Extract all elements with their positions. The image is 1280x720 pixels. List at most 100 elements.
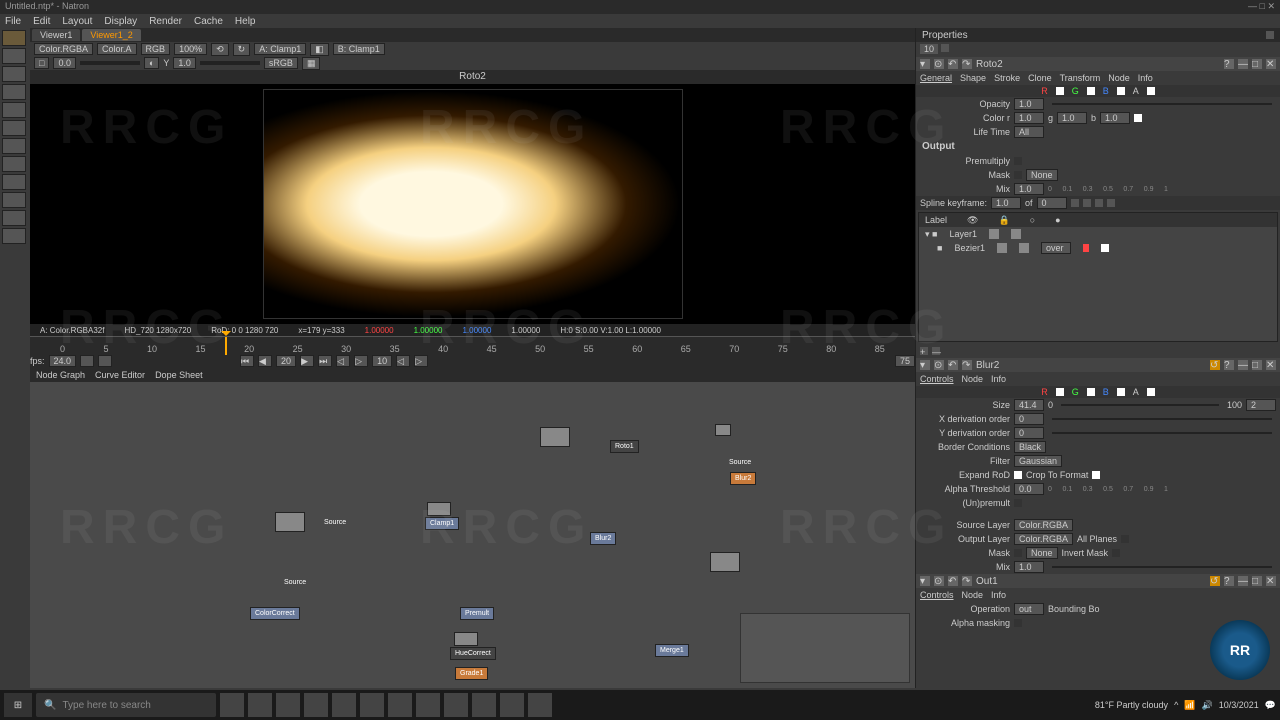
bb-check[interactable]	[1117, 388, 1125, 396]
menu-file[interactable]: File	[5, 16, 21, 27]
clone-tool[interactable]	[2, 156, 26, 172]
premult-check[interactable]	[1014, 157, 1022, 165]
tab-controls[interactable]: Controls	[920, 590, 954, 600]
mask-check[interactable]	[1014, 171, 1022, 179]
tab-node[interactable]: Node	[962, 374, 984, 384]
size-mark[interactable]: 2	[1246, 399, 1276, 411]
menu-render[interactable]: Render	[149, 16, 182, 27]
bezier1[interactable]: Bezier1	[954, 243, 985, 253]
goto-start-icon[interactable]: ⏮	[240, 355, 254, 367]
start-button[interactable]: ⊞	[4, 693, 32, 717]
x-val[interactable]: 0.0	[53, 57, 76, 69]
yder-val[interactable]: 0	[1014, 427, 1044, 439]
key-add-icon[interactable]	[1095, 199, 1103, 207]
roi-icon[interactable]: □	[34, 57, 49, 69]
output-layer-val[interactable]: Color.RGBA	[1014, 533, 1073, 545]
mix-slider[interactable]: 00.10.30.50.70.91	[1048, 186, 1168, 193]
a-check[interactable]	[1147, 87, 1155, 95]
bezier-tool[interactable]	[2, 48, 26, 64]
eraser-tool[interactable]	[2, 138, 26, 154]
collapse-icon[interactable]: ▾	[920, 576, 930, 586]
add-layer-icon[interactable]: +	[920, 347, 928, 355]
node-read2[interactable]	[710, 552, 740, 572]
spline-val[interactable]: 1.0	[991, 197, 1021, 209]
redo-icon[interactable]: ↷	[962, 59, 972, 69]
smear-tool[interactable]	[2, 192, 26, 208]
bezier1-vis[interactable]	[997, 243, 1007, 253]
close-icon[interactable]: ✕	[1266, 59, 1276, 69]
yder-slider[interactable]	[1052, 432, 1272, 434]
auto-icon[interactable]: ◐	[144, 57, 159, 69]
center-icon[interactable]: ⊙	[934, 59, 944, 69]
unpremult-check[interactable]	[1014, 499, 1022, 507]
node-clamp-thumb[interactable]	[427, 502, 451, 516]
select-tool[interactable]	[2, 30, 26, 46]
blur2-header[interactable]: ▾ ⊙ ↶ ↷ Blur2 ↺ ? — □ ✕	[916, 358, 1280, 372]
node-merge[interactable]: Merge1	[655, 644, 689, 657]
close-icon[interactable]: ✕	[1266, 576, 1276, 586]
blur-mask-check[interactable]	[1014, 549, 1022, 557]
app-icon-9[interactable]	[500, 693, 524, 717]
node-roto[interactable]: Roto1	[610, 440, 639, 453]
border-val[interactable]: Black	[1014, 441, 1046, 453]
roto2-header[interactable]: ▾ ⊙ ↶ ↷ Roto2 ? — □ ✕	[916, 57, 1280, 71]
node-graph[interactable]: Source ColorCorrect Source Clamp1 HueCor…	[30, 382, 915, 688]
alpha-masking-check[interactable]	[1014, 619, 1022, 627]
allplanes-check[interactable]	[1121, 535, 1129, 543]
channels-select[interactable]: RGB	[141, 43, 171, 55]
blur-mix-val[interactable]: 1.0	[1014, 561, 1044, 573]
tab-info[interactable]: Info	[991, 374, 1006, 384]
node-read1[interactable]	[275, 512, 305, 532]
app-icon-4[interactable]	[360, 693, 384, 717]
a-input[interactable]: A: Clamp1	[254, 43, 306, 55]
tab-viewer1[interactable]: Viewer1	[32, 29, 80, 41]
alpha-slider[interactable]: 00.10.30.50.70.91	[1048, 486, 1168, 493]
play-back-icon[interactable]: ◀	[258, 355, 272, 367]
node-grade[interactable]: Grade1	[455, 667, 488, 680]
lifetime-val[interactable]: All	[1014, 126, 1044, 138]
roto-shape[interactable]	[326, 113, 577, 273]
size-slider[interactable]	[1061, 404, 1219, 406]
expand-check[interactable]	[1014, 471, 1022, 479]
min-icon[interactable]: —	[1238, 360, 1248, 370]
filter-val[interactable]: Gaussian	[1014, 455, 1062, 467]
task-view-icon[interactable]	[248, 693, 272, 717]
key-remove-icon[interactable]	[1107, 199, 1115, 207]
end-frame[interactable]: 75	[895, 355, 915, 367]
opacity-slider[interactable]	[1052, 103, 1272, 105]
current-frame[interactable]: 20	[276, 355, 296, 367]
tab-viewer1-2[interactable]: Viewer1_2	[82, 29, 140, 41]
app-icon-5[interactable]	[388, 693, 412, 717]
collapse-icon[interactable]: ▾	[920, 59, 930, 69]
search-box[interactable]: 🔍 Type here to search	[36, 693, 216, 717]
center-icon[interactable]: ⊙	[934, 576, 944, 586]
layer1-vis[interactable]	[989, 229, 999, 239]
opacity-val[interactable]: 1.0	[1014, 98, 1044, 110]
key-prev-icon[interactable]	[1071, 199, 1079, 207]
roto-layer-list[interactable]: Label 👁 🔒 ○ ● ▾ ■Layer1 ■Bezier1 over	[918, 212, 1278, 342]
goto-end-icon[interactable]: ⏭	[318, 355, 332, 367]
bezier1-overlay[interactable]	[1083, 244, 1089, 252]
bezier1-color[interactable]	[1101, 244, 1109, 252]
color-swatch[interactable]	[1134, 114, 1142, 122]
bezier1-lock[interactable]	[1019, 243, 1029, 253]
bg-check[interactable]	[1087, 388, 1095, 396]
minimap[interactable]	[740, 613, 910, 683]
menu-display[interactable]: Display	[104, 16, 137, 27]
float-icon[interactable]: □	[1252, 59, 1262, 69]
menu-layout[interactable]: Layout	[62, 16, 92, 27]
tab-node[interactable]: Node	[1108, 73, 1130, 83]
panel-min-icon[interactable]	[1266, 31, 1274, 39]
tab-controls[interactable]: Controls	[920, 374, 954, 384]
blur-tool[interactable]	[2, 174, 26, 190]
mask-val[interactable]: None	[1026, 169, 1058, 181]
menu-cache[interactable]: Cache	[194, 16, 223, 27]
blur-mask-val[interactable]: None	[1026, 547, 1058, 559]
node-premult[interactable]: Premult	[460, 607, 494, 620]
float-icon[interactable]: □	[1252, 576, 1262, 586]
r-check[interactable]	[1056, 87, 1064, 95]
node-colorcorrect[interactable]: ColorCorrect	[250, 607, 300, 620]
app-icon-6[interactable]	[416, 693, 440, 717]
next-key-icon[interactable]: ▷	[354, 355, 368, 367]
undo-icon[interactable]: ↶	[948, 576, 958, 586]
